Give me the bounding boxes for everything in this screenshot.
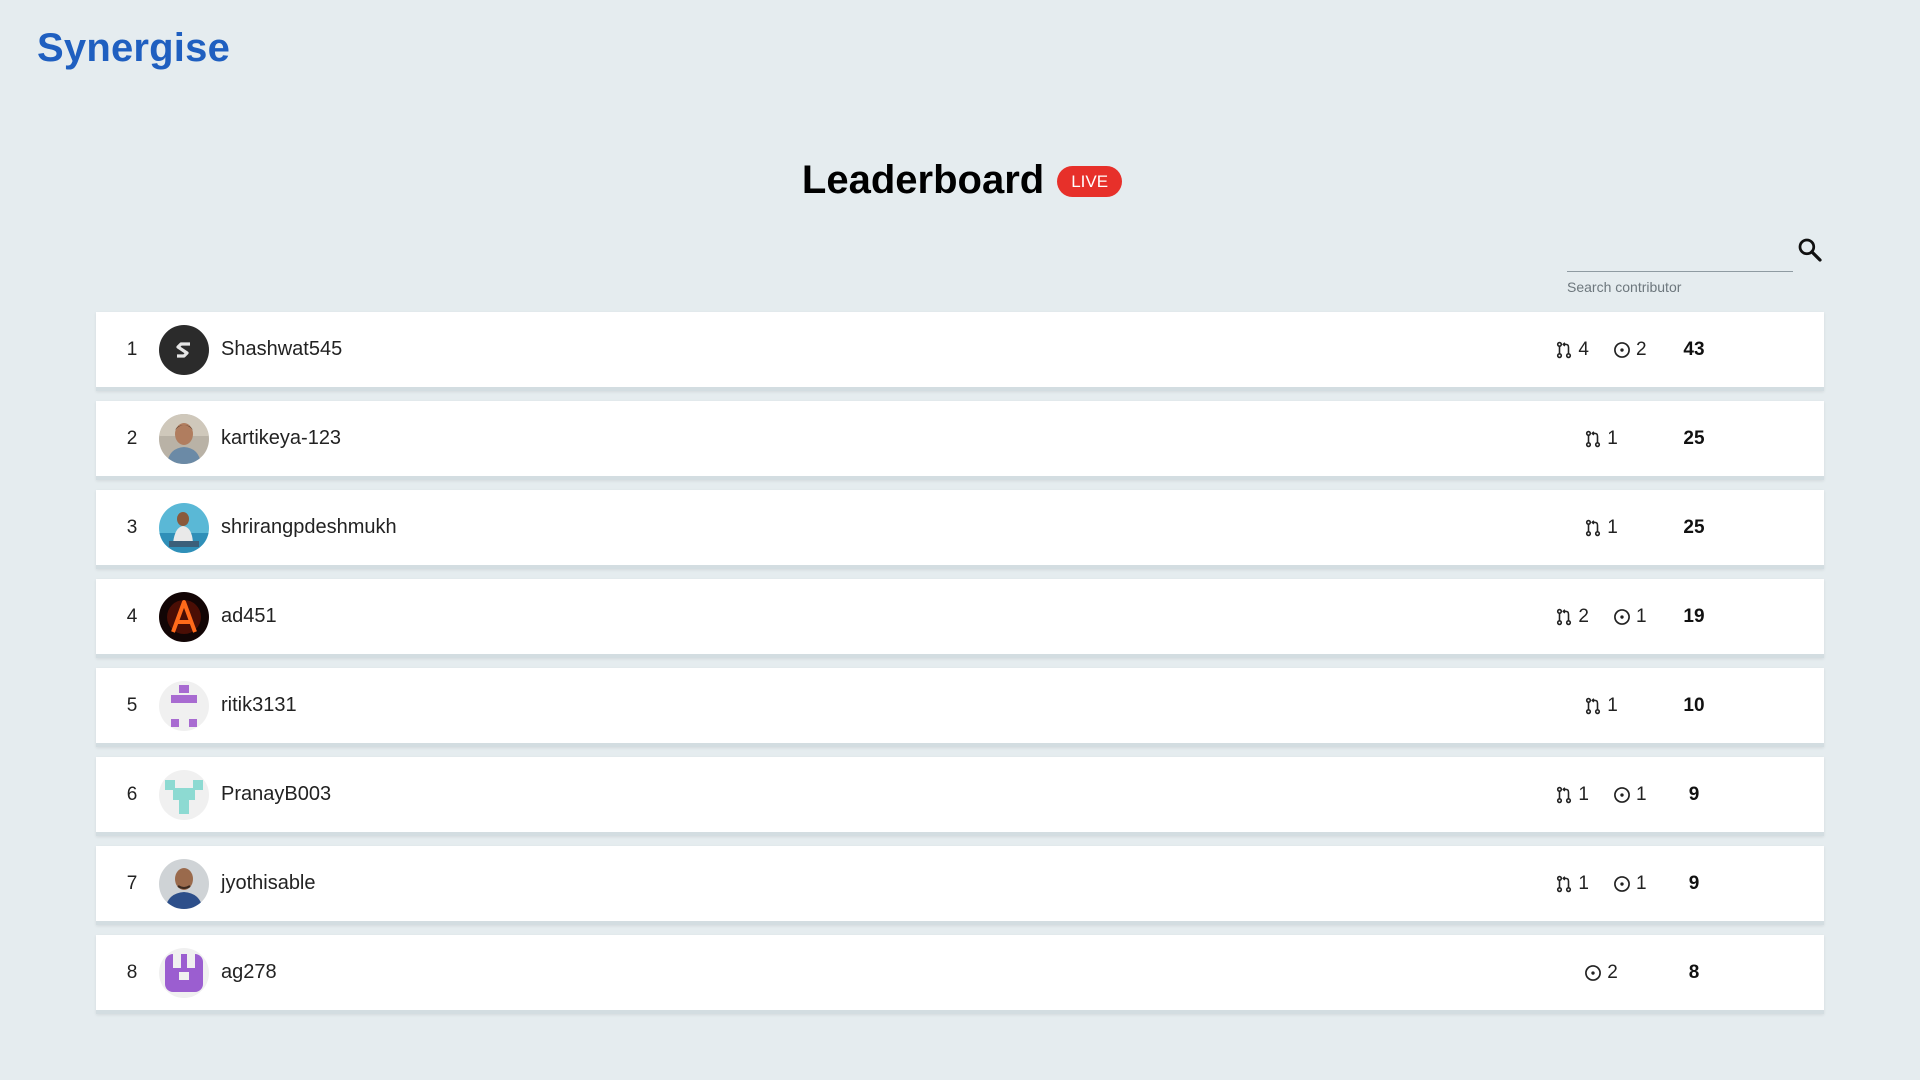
leaderboard-row[interactable]: 3 shrirangpdeshmukh 1 25: [96, 490, 1824, 569]
pull-request-value: 1: [1578, 783, 1589, 805]
issue-value: 1: [1636, 605, 1647, 627]
brand-logo[interactable]: Synergise: [37, 26, 230, 71]
username[interactable]: kartikeya-123: [221, 427, 341, 450]
issue-circle-icon: [1614, 608, 1630, 625]
leaderboard-list: 1 Shashwat545 4 2 43 2 kartikeya-123 1 2…: [96, 312, 1824, 1024]
pull-request-value: 2: [1578, 605, 1589, 627]
score: 10: [1683, 694, 1705, 716]
issue-count: 1: [1613, 873, 1647, 895]
issue-value: 1: [1636, 872, 1647, 894]
avatar[interactable]: [159, 680, 209, 731]
pull-request-count: 1: [1584, 517, 1618, 539]
pull-request-count: 1: [1555, 873, 1589, 895]
git-pull-request-icon: [1557, 341, 1572, 358]
leaderboard-row[interactable]: 2 kartikeya-123 1 25: [96, 401, 1824, 480]
pull-request-count: 2: [1555, 606, 1589, 628]
issue-circle-icon: [1614, 786, 1630, 803]
issue-circle-icon: [1585, 964, 1602, 981]
issue-count: 2: [1584, 962, 1618, 984]
rank-number: 6: [126, 783, 138, 805]
issue-circle-icon: [1614, 875, 1630, 892]
score: 43: [1683, 338, 1705, 360]
avatar[interactable]: [159, 769, 209, 820]
search-icon[interactable]: [1795, 235, 1825, 265]
pull-request-count: 1: [1584, 428, 1618, 450]
search-label: Search contributor: [1567, 279, 1682, 295]
avatar[interactable]: [159, 591, 209, 642]
pull-request-value: 1: [1607, 516, 1618, 538]
pull-request-count: 1: [1555, 784, 1589, 806]
avatar[interactable]: [159, 324, 209, 375]
username[interactable]: PranayB003: [221, 783, 331, 806]
pull-request-value: 4: [1578, 338, 1589, 360]
username[interactable]: jyothisable: [221, 872, 316, 895]
pull-request-count: 4: [1555, 339, 1589, 361]
rank-number: 1: [126, 338, 138, 360]
score: 9: [1688, 872, 1700, 894]
username[interactable]: ritik3131: [221, 694, 297, 717]
score: 25: [1683, 427, 1705, 449]
avatar[interactable]: [159, 858, 209, 909]
git-pull-request-icon: [1557, 608, 1572, 625]
leaderboard-row[interactable]: 8 ag278 2 8: [96, 935, 1824, 1014]
pull-request-value: 1: [1607, 694, 1618, 716]
rank-number: 2: [126, 427, 138, 449]
live-badge: LIVE: [1057, 166, 1123, 197]
score: 19: [1683, 605, 1705, 627]
username[interactable]: ad451: [221, 605, 277, 628]
rank-number: 3: [126, 516, 138, 538]
issue-circle-icon: [1614, 341, 1630, 358]
pull-request-count: 1: [1584, 695, 1618, 717]
git-pull-request-icon: [1557, 786, 1572, 803]
leaderboard-row[interactable]: 7 jyothisable 1 1 9: [96, 846, 1824, 925]
username[interactable]: ag278: [221, 961, 277, 984]
rank-number: 4: [126, 605, 138, 627]
search-input[interactable]: [1567, 235, 1793, 272]
score: 8: [1688, 961, 1700, 983]
page-title: Leaderboard: [801, 158, 1045, 202]
git-pull-request-icon: [1557, 875, 1572, 892]
issue-count: 1: [1613, 606, 1647, 628]
leaderboard-row[interactable]: 6 PranayB003 1 1 9: [96, 757, 1824, 836]
score: 9: [1688, 783, 1700, 805]
avatar[interactable]: [159, 947, 209, 998]
issue-count: 1: [1613, 784, 1647, 806]
git-pull-request-icon: [1586, 430, 1601, 447]
leaderboard-row[interactable]: 4 ad451 2 1 19: [96, 579, 1824, 658]
issue-count: 2: [1613, 339, 1647, 361]
pull-request-value: 1: [1607, 427, 1618, 449]
rank-number: 5: [126, 694, 138, 716]
page-header: Leaderboard LIVE: [0, 158, 1920, 203]
leaderboard-row[interactable]: 1 Shashwat545 4 2 43: [96, 312, 1824, 391]
issue-value: 2: [1607, 961, 1618, 983]
score: 25: [1683, 516, 1705, 538]
rank-number: 7: [126, 872, 138, 894]
rank-number: 8: [126, 961, 138, 983]
git-pull-request-icon: [1586, 697, 1601, 714]
username[interactable]: shrirangpdeshmukh: [221, 516, 397, 539]
issue-value: 2: [1636, 338, 1647, 360]
leaderboard-row[interactable]: 5 ritik3131 1 10: [96, 668, 1824, 747]
avatar[interactable]: [159, 413, 209, 464]
issue-value: 1: [1636, 783, 1647, 805]
pull-request-value: 1: [1578, 872, 1589, 894]
git-pull-request-icon: [1586, 519, 1601, 536]
avatar[interactable]: [159, 502, 209, 553]
search-box: Search contributor: [1567, 235, 1824, 295]
username[interactable]: Shashwat545: [221, 338, 342, 361]
